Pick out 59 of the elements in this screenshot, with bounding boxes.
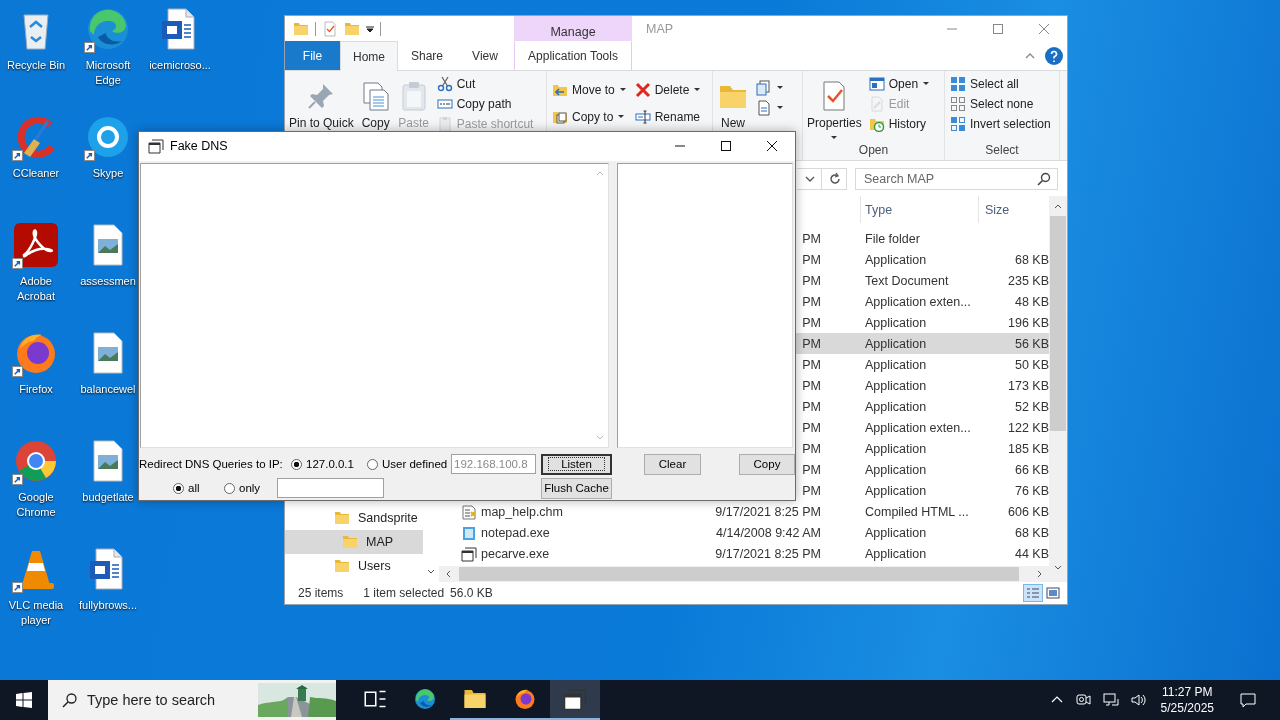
file-size: 50 KB xyxy=(1014,357,1049,372)
date-modified: PM xyxy=(802,336,821,351)
date-modified: 9/17/2021 8:25 PM xyxy=(715,546,821,561)
file-size: 122 KB xyxy=(1008,420,1049,435)
date-modified: PM xyxy=(802,231,821,246)
file-size: 185 KB xyxy=(1008,441,1049,456)
file-size: 196 KB xyxy=(1008,315,1049,330)
file-type: Compiled HTML ... xyxy=(865,504,969,519)
file-type: Application xyxy=(865,441,927,456)
redirect-label: Redirect DNS Queries to IP: xyxy=(139,458,284,471)
file-size: 68 KB xyxy=(1014,252,1049,267)
file-size: 56 KB xyxy=(1014,336,1049,351)
group-label: Select xyxy=(984,143,1020,159)
file-type: Application xyxy=(865,483,927,498)
file-type: Application xyxy=(865,315,927,330)
file-type: Application xyxy=(865,462,927,477)
date-modified: PM xyxy=(802,441,821,456)
file-size: 235 KB xyxy=(1008,273,1049,288)
file-type: File folder xyxy=(865,231,920,246)
date-modified: PM xyxy=(802,462,821,477)
file-name: pecarve.exe xyxy=(481,546,550,561)
date-modified: 9/17/2021 8:25 PM xyxy=(715,504,821,519)
group-label: Open xyxy=(857,143,890,159)
file-type: Application exten... xyxy=(865,294,971,309)
file-type: Application xyxy=(865,357,927,372)
selection-size: 56.0 KB xyxy=(450,586,493,600)
file-size: 173 KB xyxy=(1008,378,1049,393)
context-tab-header: Manage xyxy=(514,16,632,41)
file-size: 48 KB xyxy=(1014,294,1049,309)
file-size: 76 KB xyxy=(1014,483,1049,498)
date-modified: 4/14/2008 9:42 AM xyxy=(716,525,821,540)
date-modified: PM xyxy=(802,357,821,372)
window-title: Fake DNS xyxy=(170,139,228,154)
file-type: Text Document xyxy=(865,273,949,288)
date-modified: PM xyxy=(802,273,821,288)
file-name: map_help.chm xyxy=(481,504,563,519)
date-modified: PM xyxy=(802,252,821,267)
date-modified: PM xyxy=(802,294,821,309)
file-type: Application xyxy=(865,378,927,393)
file-name: notepad.exe xyxy=(481,525,550,540)
file-size: 52 KB xyxy=(1014,399,1049,414)
item-count: 25 items xyxy=(298,586,344,600)
date-modified: PM xyxy=(802,420,821,435)
date-modified: PM xyxy=(802,315,821,330)
file-size: 68 KB xyxy=(1014,525,1049,540)
file-type: Application xyxy=(865,252,927,267)
file-type: Application xyxy=(865,546,927,561)
date-modified: PM xyxy=(802,378,821,393)
date-modified: PM xyxy=(802,399,821,414)
window-title: MAP xyxy=(645,21,674,36)
file-type: Application xyxy=(865,525,927,540)
file-size: 44 KB xyxy=(1014,546,1049,561)
date-modified: PM xyxy=(802,483,821,498)
selection-count: 1 item selected xyxy=(363,586,445,600)
file-size: 66 KB xyxy=(1014,462,1049,477)
file-type: Application exten... xyxy=(865,420,971,435)
file-size: 606 KB xyxy=(1008,504,1049,519)
file-type: Application xyxy=(865,336,927,351)
file-type: Application xyxy=(865,399,927,414)
